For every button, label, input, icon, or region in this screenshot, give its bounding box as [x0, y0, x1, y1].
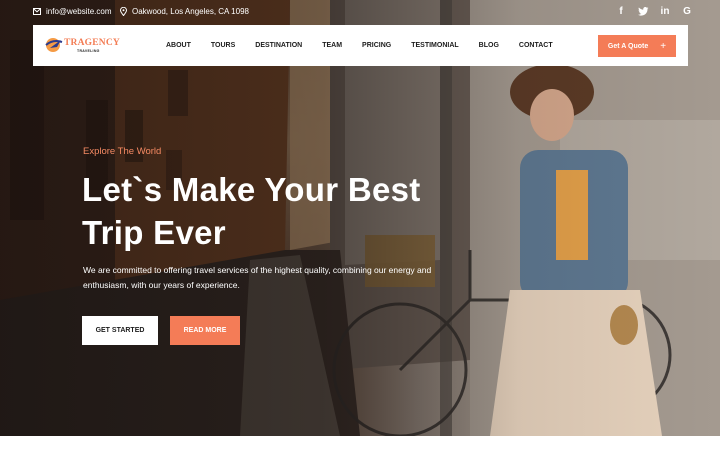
get-a-quote-button[interactable]: Get A Quote +	[598, 35, 676, 57]
airplane-logo-icon	[45, 38, 63, 52]
map-pin-icon	[120, 7, 127, 16]
logo-subtext: TRAVELING	[77, 49, 100, 53]
nav-item-about[interactable]: ABOUT	[166, 42, 191, 49]
google-icon[interactable]: G	[681, 5, 693, 17]
page-bottom-strip	[0, 436, 720, 450]
topbar: info@website.com Oakwood, Los Angeles, C…	[0, 0, 720, 24]
get-started-button[interactable]: GET STARTED	[82, 316, 158, 345]
hero-description: We are committed to offering travel serv…	[83, 265, 432, 290]
nav-item-team[interactable]: TEAM	[322, 42, 342, 49]
nav-menu: ABOUT TOURS DESTINATION TEAM PRICING TES…	[166, 25, 553, 66]
read-more-button[interactable]: READ MORE	[170, 316, 240, 345]
address-text: Oakwood, Los Angeles, CA 1098	[132, 7, 249, 16]
hero-section: info@website.com Oakwood, Los Angeles, C…	[0, 0, 720, 436]
nav-item-contact[interactable]: CONTACT	[519, 42, 553, 49]
nav-item-destination[interactable]: DESTINATION	[255, 42, 302, 49]
quote-button-label: Get A Quote	[607, 42, 649, 50]
headline-line-1: Let`s Make Your Best	[82, 171, 421, 208]
hero-tagline: Explore The World	[83, 146, 162, 157]
nav-item-tours[interactable]: TOURS	[211, 42, 235, 49]
nav-item-blog[interactable]: BLOG	[479, 42, 499, 49]
topbar-address: Oakwood, Los Angeles, CA 1098	[120, 7, 249, 16]
social-links: f in G	[615, 5, 693, 17]
email-text: info@website.com	[46, 7, 112, 16]
topbar-email[interactable]: info@website.com	[33, 7, 111, 16]
nav-item-pricing[interactable]: PRICING	[362, 42, 391, 49]
linkedin-icon[interactable]: in	[659, 5, 671, 17]
hero-headline: Let`s Make Your Best Trip Ever	[82, 168, 462, 254]
twitter-icon[interactable]	[637, 5, 649, 17]
mail-icon	[33, 8, 41, 15]
plus-icon: +	[660, 40, 667, 52]
logo-text: TRAGENCY	[64, 38, 120, 48]
brand-logo[interactable]: TRAGENCY TRAVELING	[44, 35, 120, 57]
headline-line-2: Trip Ever	[82, 214, 226, 251]
nav-item-testimonial[interactable]: TESTIMONIAL	[411, 42, 458, 49]
facebook-icon[interactable]: f	[615, 5, 627, 17]
main-navbar: TRAGENCY TRAVELING ABOUT TOURS DESTINATI…	[33, 25, 688, 66]
